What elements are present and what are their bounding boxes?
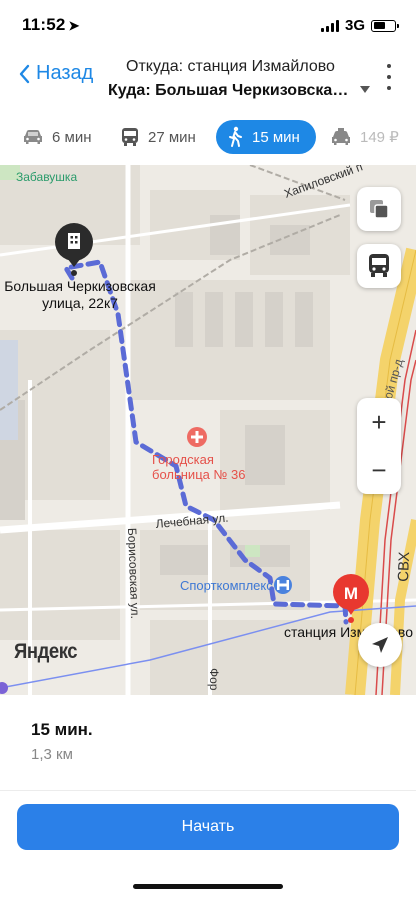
street-label-fort: Фор <box>207 668 221 691</box>
tab-car[interactable]: 6 мин <box>22 120 92 154</box>
layers-icon <box>370 200 389 219</box>
back-label: Назад <box>36 62 94 84</box>
zoom-in-button[interactable]: + <box>357 398 401 446</box>
tab-bus[interactable]: 27 мин <box>120 120 196 154</box>
home-indicator[interactable] <box>133 884 283 889</box>
tab-taxi[interactable]: 149 ₽ <box>330 120 399 154</box>
route-duration: 15 мин. <box>31 720 93 739</box>
tab-car-label: 6 мин <box>52 128 92 146</box>
my-location-button[interactable] <box>358 623 402 667</box>
signal-icon <box>320 19 339 32</box>
transport-tabs: 6 мин 27 мин 15 мин 149 ₽ <box>0 118 416 158</box>
tab-taxi-label: 149 ₽ <box>360 129 399 146</box>
metro-letter: М <box>344 584 358 603</box>
sports-complex-icon[interactable] <box>274 576 292 594</box>
street-label-svh: СВХ <box>395 551 413 582</box>
hospital-label: Городская больница № 36 <box>152 452 246 482</box>
start-button[interactable]: Начать <box>17 804 399 850</box>
route-header: Назад Откуда: станция Измайлово Куда: Бо… <box>0 50 416 110</box>
dropdown-arrow-icon[interactable] <box>360 86 370 94</box>
transport-layer-button[interactable] <box>357 244 401 288</box>
bus-icon <box>369 254 389 277</box>
bus-icon <box>122 128 138 146</box>
pedestrian-icon <box>229 126 242 147</box>
route-from[interactable]: Откуда: станция Измайлово <box>126 58 335 76</box>
location-arrow-icon: ➤ <box>68 18 80 33</box>
more-options-button[interactable] <box>384 64 394 90</box>
network-type: 3G <box>344 17 365 34</box>
zoom-out-button[interactable]: − <box>357 446 401 494</box>
back-button[interactable]: Назад <box>18 62 93 85</box>
car-icon <box>24 130 42 144</box>
route-summary-sheet: 15 мин. 1,3 км Начать <box>0 695 416 900</box>
destination-label: Большая Черкизовская улица, 22к7 <box>4 278 156 311</box>
taxi-icon <box>332 128 350 145</box>
status-time: 11:52 ➤ <box>22 15 80 34</box>
chevron-left-icon <box>19 64 30 83</box>
map-canvas[interactable]: Хапиловский п Окружной пр-д Лечебная ул.… <box>0 165 416 695</box>
status-indicators: 3G <box>320 17 399 34</box>
status-bar: 11:52 ➤ 3G <box>0 0 416 50</box>
tab-bus-label: 27 мин <box>148 128 196 146</box>
sports-complex-label: Спорткомплекс <box>180 578 273 593</box>
layers-button[interactable] <box>357 187 401 231</box>
route-to[interactable]: Куда: Большая Черкизовская улица, 22к7 <box>108 82 353 100</box>
hospital-icon[interactable] <box>187 427 207 447</box>
tab-walk[interactable]: 15 мин <box>216 120 316 154</box>
divider <box>0 790 416 791</box>
navigation-arrow-icon <box>372 637 388 653</box>
tab-walk-label: 15 мин <box>252 128 300 146</box>
route-distance: 1,3 км <box>31 746 73 763</box>
zoom-controls: + − <box>357 398 401 494</box>
battery-icon <box>371 19 399 32</box>
poi-label-zabavushka: Забавушка <box>16 170 77 184</box>
map-view[interactable]: Хапиловский п Окружной пр-д Лечебная ул.… <box>0 165 416 695</box>
yandex-logo: Яндекс <box>14 640 78 663</box>
